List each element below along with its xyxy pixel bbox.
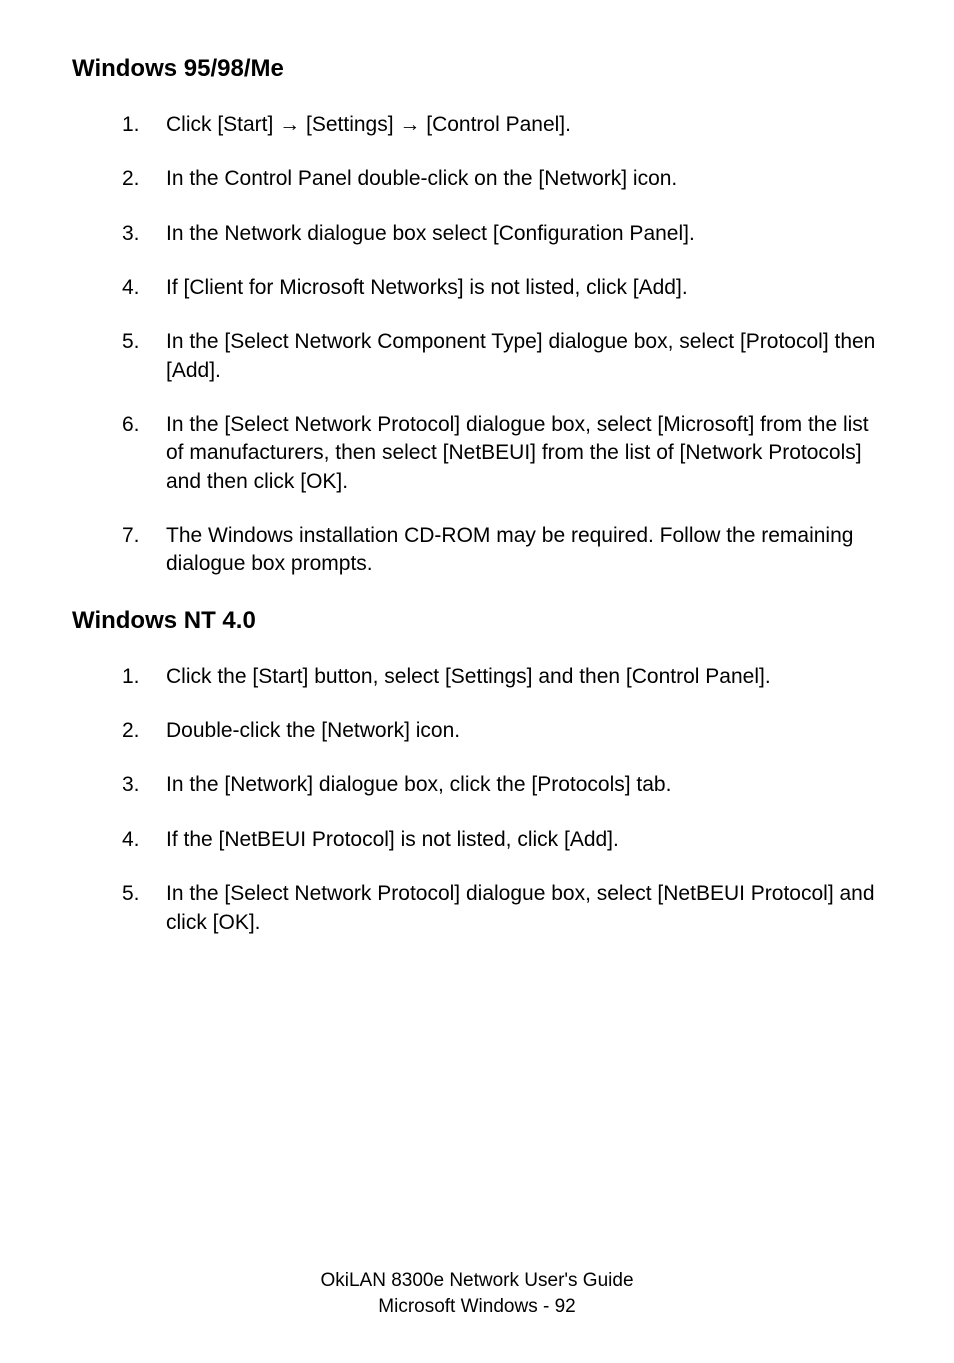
list-item: 2. Double-click the [Network] icon. xyxy=(122,717,882,745)
list-text: Click [Start] → [Settings] → [Control Pa… xyxy=(166,113,571,136)
list-text: In the [Select Network Component Type] d… xyxy=(166,330,875,381)
section-heading-win95: Windows 95/98/Me xyxy=(72,55,882,83)
list-number: 5. xyxy=(122,328,140,356)
list-item: 1. Click [Start] → [Settings] → [Control … xyxy=(122,111,882,139)
list-number: 1. xyxy=(122,111,140,139)
list-number: 3. xyxy=(122,220,140,248)
page-footer: OkiLAN 8300e Network User's Guide Micros… xyxy=(0,1268,954,1321)
section-heading-winnt: Windows NT 4.0 xyxy=(72,607,882,635)
list-item: 4. If the [NetBEUI Protocol] is not liste… xyxy=(122,826,882,854)
list-number: 4. xyxy=(122,826,140,854)
list-item: 2. In the Control Panel double-click on t… xyxy=(122,165,882,193)
list-item: 3. In the Network dialogue box select [Co… xyxy=(122,220,882,248)
list-number: 2. xyxy=(122,717,140,745)
list-text: Double-click the [Network] icon. xyxy=(166,719,460,742)
list-text: The Windows installation CD-ROM may be r… xyxy=(166,524,853,575)
list-text: In the [Select Network Protocol] dialogu… xyxy=(166,882,875,933)
list-number: 7. xyxy=(122,522,140,550)
footer-title: OkiLAN 8300e Network User's Guide xyxy=(0,1268,954,1295)
list-winnt: 1. Click the [Start] button, select [Sett… xyxy=(72,663,882,937)
list-number: 6. xyxy=(122,411,140,439)
list-number: 2. xyxy=(122,165,140,193)
list-text: If [Client for Microsoft Networks] is no… xyxy=(166,276,688,299)
list-text: In the [Network] dialogue box, click the… xyxy=(166,773,671,796)
list-text: If the [NetBEUI Protocol] is not listed,… xyxy=(166,828,619,851)
list-win95: 1. Click [Start] → [Settings] → [Control … xyxy=(72,111,882,579)
list-item: 5. In the [Select Network Component Type]… xyxy=(122,328,882,385)
list-item: 5. In the [Select Network Protocol] dialo… xyxy=(122,880,882,937)
list-number: 1. xyxy=(122,663,140,691)
list-text: In the Network dialogue box select [Conf… xyxy=(166,222,695,245)
list-text: In the Control Panel double-click on the… xyxy=(166,167,677,190)
list-text: In the [Select Network Protocol] dialogu… xyxy=(166,413,869,493)
list-item: 1. Click the [Start] button, select [Sett… xyxy=(122,663,882,691)
list-number: 3. xyxy=(122,771,140,799)
list-text: Click the [Start] button, select [Settin… xyxy=(166,665,771,688)
list-number: 4. xyxy=(122,274,140,302)
list-item: 3. In the [Network] dialogue box, click t… xyxy=(122,771,882,799)
footer-page: Microsoft Windows - 92 xyxy=(0,1294,954,1321)
list-item: 7. The Windows installation CD-ROM may be… xyxy=(122,522,882,579)
list-number: 5. xyxy=(122,880,140,908)
list-item: 6. In the [Select Network Protocol] dialo… xyxy=(122,411,882,496)
list-item: 4. If [Client for Microsoft Networks] is … xyxy=(122,274,882,302)
